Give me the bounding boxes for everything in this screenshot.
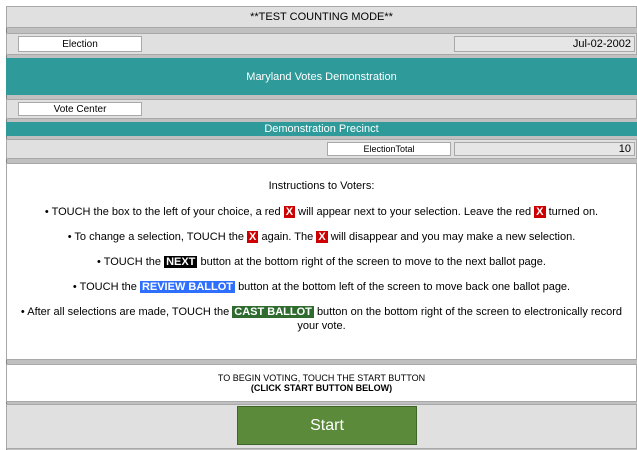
instruction-text: button on the bottom right of the screen… (316, 306, 623, 318)
review-ballot-tag: REVIEW BALLOT (139, 281, 235, 293)
instruction-text: To change a selection, TOUCH the (74, 231, 244, 243)
instruction-text: TOUCH the (79, 281, 137, 293)
totals-row: ElectionTotal 10 (6, 139, 637, 159)
election-date: Jul-02-2002 (454, 36, 635, 52)
instruction-item-2: • To change a selection, TOUCH the X aga… (7, 231, 636, 243)
instruction-text: will appear next to your selection. Leav… (298, 206, 532, 218)
instruction-text: again. The (261, 231, 314, 243)
instruction-text: button at the bottom left of the screen … (238, 281, 571, 293)
instruction-text: button at the bottom right of the screen… (200, 256, 546, 268)
instruction-item-1: • TOUCH the box to the left of your choi… (7, 206, 636, 218)
bullet: • (97, 256, 101, 268)
instruction-text: TOUCH the box to the left of your choice… (51, 206, 281, 218)
instructions-panel: Instructions to Voters: • TOUCH the box … (6, 163, 637, 360)
begin-voting-text: TO BEGIN VOTING, TOUCH THE START BUTTON (217, 373, 426, 383)
begin-voting-hint: (CLICK START BUTTON BELOW) (250, 383, 393, 393)
red-x-mark: X (534, 206, 546, 218)
election-total-value: 10 (454, 142, 635, 156)
mode-title: **TEST COUNTING MODE** (250, 11, 393, 23)
instruction-item-5: • After all selections are made, TOUCH t… (7, 306, 636, 318)
instruction-text: will disappear and you may make a new se… (330, 231, 576, 243)
instruction-item-4: • TOUCH the REVIEW BALLOT button at the … (7, 281, 636, 293)
bullet: • (72, 281, 77, 293)
bullet: • (44, 206, 49, 218)
mode-title-bar: **TEST COUNTING MODE** (6, 6, 637, 28)
start-button-label: Start (310, 416, 344, 434)
instruction-text: turned on. (548, 206, 599, 218)
cast-ballot-tag: CAST BALLOT (232, 306, 314, 318)
start-button[interactable]: Start (237, 406, 417, 445)
instruction-item-3: • TOUCH the NEXT button at the bottom ri… (7, 256, 636, 268)
vote-center-label: Vote Center (18, 102, 142, 116)
election-total-label: ElectionTotal (327, 142, 451, 156)
begin-voting-panel: TO BEGIN VOTING, TOUCH THE START BUTTON … (6, 364, 637, 402)
vote-center-row: Vote Center (6, 99, 637, 119)
instruction-text: TOUCH the (103, 256, 161, 268)
red-x-mark: X (283, 206, 296, 218)
instruction-text: After all selections are made, TOUCH the (27, 306, 230, 318)
instructions-title: Instructions to Voters: (268, 180, 375, 192)
bullet: • (67, 231, 72, 243)
instruction-item-5-continued: your vote. (297, 320, 346, 332)
election-banner-title: Maryland Votes Demonstration (246, 70, 397, 83)
precinct-bar: Demonstration Precinct (6, 122, 637, 136)
precinct-name: Demonstration Precinct (264, 123, 379, 135)
red-x-mark: X (247, 231, 259, 243)
election-banner: Maryland Votes Demonstration (6, 58, 637, 95)
red-x-mark: X (316, 231, 328, 243)
bullet: • (20, 306, 25, 318)
next-button-tag: NEXT (164, 256, 198, 268)
election-label: Election (18, 36, 142, 52)
election-row: Election Jul-02-2002 (6, 33, 637, 55)
